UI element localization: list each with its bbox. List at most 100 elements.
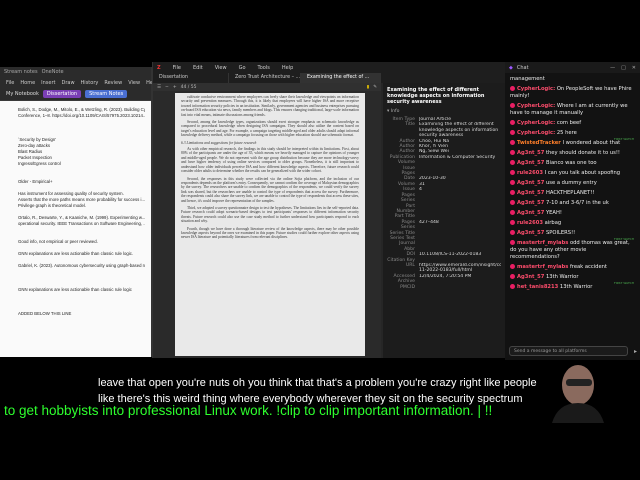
user-badge-icon <box>510 120 515 125</box>
menu-insert[interactable]: Insert <box>41 80 55 86</box>
zotero-menu-view[interactable]: View <box>215 65 227 71</box>
close-icon[interactable]: ✕ <box>632 65 636 71</box>
chat-message[interactable]: het_tanis8213 13th Warrior FIRST WATCH <box>510 281 636 291</box>
pdf-page[interactable]: cultivate conducive environment where em… <box>175 93 365 356</box>
user-badge-icon <box>510 220 515 225</box>
zotero-menu-go[interactable]: Go <box>239 65 246 71</box>
chat-message-list[interactable]: management CypherLogic: On PeopleSoft we … <box>505 76 640 342</box>
maximize-icon[interactable]: □ <box>621 65 626 71</box>
info-field-value[interactable] <box>419 204 501 215</box>
menu-history[interactable]: History <box>81 80 99 86</box>
chat-username[interactable]: Ag3nt_57 <box>517 160 544 166</box>
zotero-menu-file[interactable]: File <box>173 65 181 71</box>
user-badge-icon <box>510 210 515 215</box>
menu-home[interactable]: Home <box>20 80 35 86</box>
tab-examining-effect[interactable]: Examining the effect of ... <box>301 73 381 83</box>
chat-text: com beef <box>556 120 582 126</box>
chat-username[interactable]: mastertrf_mylabs <box>517 264 568 270</box>
chat-message[interactable]: Ag3nt_57 use a dummy entry <box>510 180 636 187</box>
chat-username[interactable]: Ag3nt_57 <box>517 200 544 206</box>
info-field-value[interactable] <box>419 241 501 252</box>
info-field-value[interactable] <box>419 285 501 290</box>
zotero-logo-icon: Z <box>157 64 161 71</box>
info-field-list: Item Type Journal Article Title Examining t… <box>387 117 501 290</box>
chat-username[interactable]: Ag3nt_57 <box>517 210 544 216</box>
user-badge-icon <box>510 180 515 185</box>
notebook-picker[interactable]: My Notebook <box>6 91 39 97</box>
chat-username[interactable]: rule2603 <box>517 220 543 226</box>
section-tab-dissertation[interactable]: Dissertation <box>42 90 82 98</box>
item-title-header: Examining the effect of different knowle… <box>387 87 485 105</box>
chat-message[interactable]: mastertrf_mylabs freak accident <box>510 264 636 271</box>
note-line: Conference, 1–8. https://doi.org/10.1109… <box>18 113 145 118</box>
chat-username[interactable]: Ag3nt_57 <box>517 230 544 236</box>
note-line: GNN explanations are less actionable tha… <box>18 251 134 256</box>
info-field-row[interactable]: Title Examining the effect of different k… <box>387 122 501 138</box>
chat-username[interactable]: Ag3nt_57 <box>517 180 544 186</box>
chat-username[interactable]: CypherLogic: <box>517 130 555 136</box>
chat-send-icon[interactable]: ▸ <box>634 348 637 355</box>
chat-username[interactable]: mastertrf_mylabs <box>517 240 568 246</box>
info-field-row[interactable]: URL https://www.emerald.com/insight/conte… <box>387 263 501 274</box>
chat-message[interactable]: Ag3nt_57 they should donate it to us!! <box>510 150 636 157</box>
pdf-paragraph: As with other empirical research, the fi… <box>181 147 359 174</box>
chat-username[interactable]: CypherLogic: <box>517 86 555 92</box>
chat-message[interactable]: CypherLogic: On PeopleSoft we have Phire… <box>510 86 636 100</box>
user-badge-icon <box>510 150 515 155</box>
chat-username[interactable]: rule2603 <box>517 170 543 176</box>
menu-draw[interactable]: Draw <box>61 80 74 86</box>
info-section-header[interactable]: ▾ Info <box>387 109 501 114</box>
zotero-menubar: Z File Edit View Go Tools Help <box>153 62 505 73</box>
chat-username[interactable]: het_tanis8213 <box>517 284 558 290</box>
info-field-row[interactable]: Journal Abbr <box>387 241 501 252</box>
chat-username[interactable]: CypherLogic: <box>517 120 555 126</box>
zoom-in-icon[interactable]: + <box>173 85 177 90</box>
pdf-paragraph: cultivate conducive environment where em… <box>181 95 359 117</box>
chat-text: they should donate it to us!! <box>545 150 620 156</box>
zoom-out-icon[interactable]: − <box>165 85 169 90</box>
chat-username[interactable]: Ag3nt_57 <box>517 274 544 280</box>
note-icon[interactable]: ✎ <box>373 85 381 90</box>
chat-message[interactable]: Ag3nt_57 YEAH! <box>510 210 636 217</box>
chat-message[interactable]: management <box>510 76 636 83</box>
menu-view[interactable]: View <box>128 80 140 86</box>
zotero-menu-tools[interactable]: Tools <box>258 65 270 71</box>
chat-message[interactable]: Ag3nt_57 Bianco was one too <box>510 160 636 167</box>
info-field-value[interactable]: Examining the effect of different knowle… <box>419 122 501 138</box>
section-tab-stream-notes[interactable]: Stream Notes <box>85 90 128 98</box>
chat-username[interactable]: CypherLogic: <box>517 103 555 109</box>
chat-username[interactable]: Ag3nt_57 <box>517 150 544 156</box>
chat-message[interactable]: mastertrf_mylabs odd thomas was great, d… <box>510 237 636 261</box>
page-indicator[interactable]: 44 / 55 <box>181 85 197 90</box>
onenote-title-1: Stream notes <box>4 69 38 75</box>
chat-window: ◆ Chat — □ ✕ management CypherLogic: On P… <box>505 62 640 360</box>
chat-username[interactable]: TwistedTracker <box>517 140 561 146</box>
chat-message[interactable]: Ag3nt_57 7-10 and 3-6/7 in the uk <box>510 200 636 207</box>
onenote-page-body[interactable]: Bolich, S., Dodge, M., Mitolo, E., & Wet… <box>0 101 151 357</box>
chat-message[interactable]: rule2603 I can you talk about spoofing <box>510 170 636 177</box>
chat-text: YEAH! <box>545 210 562 216</box>
info-field-row[interactable]: PMCID <box>387 285 501 290</box>
zotero-menu-edit[interactable]: Edit <box>193 65 203 71</box>
chat-message[interactable]: CypherLogic: com beef <box>510 120 636 127</box>
tab-dissertation[interactable]: Dissertation <box>153 73 229 83</box>
user-badge-icon <box>510 170 515 175</box>
sidebar-toggle-icon[interactable]: ☰ <box>157 85 161 90</box>
menu-file[interactable]: File <box>6 80 14 86</box>
zotero-menu-help[interactable]: Help <box>282 65 293 71</box>
reader-toolbar: ☰ − + 44 / 55 ▮ ✎ <box>153 83 381 91</box>
pdf-reader: ☰ − + 44 / 55 ▮ ✎ cultivate conducive en… <box>153 83 381 358</box>
chat-message[interactable]: rule2603 airbag <box>510 220 636 227</box>
chat-message[interactable]: CypherLogic: Where I am at currently we … <box>510 103 636 117</box>
menu-review[interactable]: Review <box>104 80 122 86</box>
info-field-key: Journal Abbr <box>399 241 415 252</box>
chat-message[interactable]: Ag3nt_57 HACKTHEPLANET!! <box>510 190 636 197</box>
info-field-key: Part Number <box>396 203 415 214</box>
chat-message[interactable]: TwistedTracker I wondered about that FIRS… <box>510 137 636 147</box>
minimize-icon[interactable]: — <box>610 65 615 71</box>
info-field-row[interactable]: Part Number <box>387 204 501 215</box>
chat-username[interactable]: Ag3nt_57 <box>517 190 544 196</box>
tab-zero-trust[interactable]: Zero Trust Architecture – ... <box>229 73 301 83</box>
info-field-value[interactable]: https://www.emerald.com/insight/content/… <box>419 263 501 274</box>
highlight-icon[interactable]: ▮ <box>367 85 369 90</box>
